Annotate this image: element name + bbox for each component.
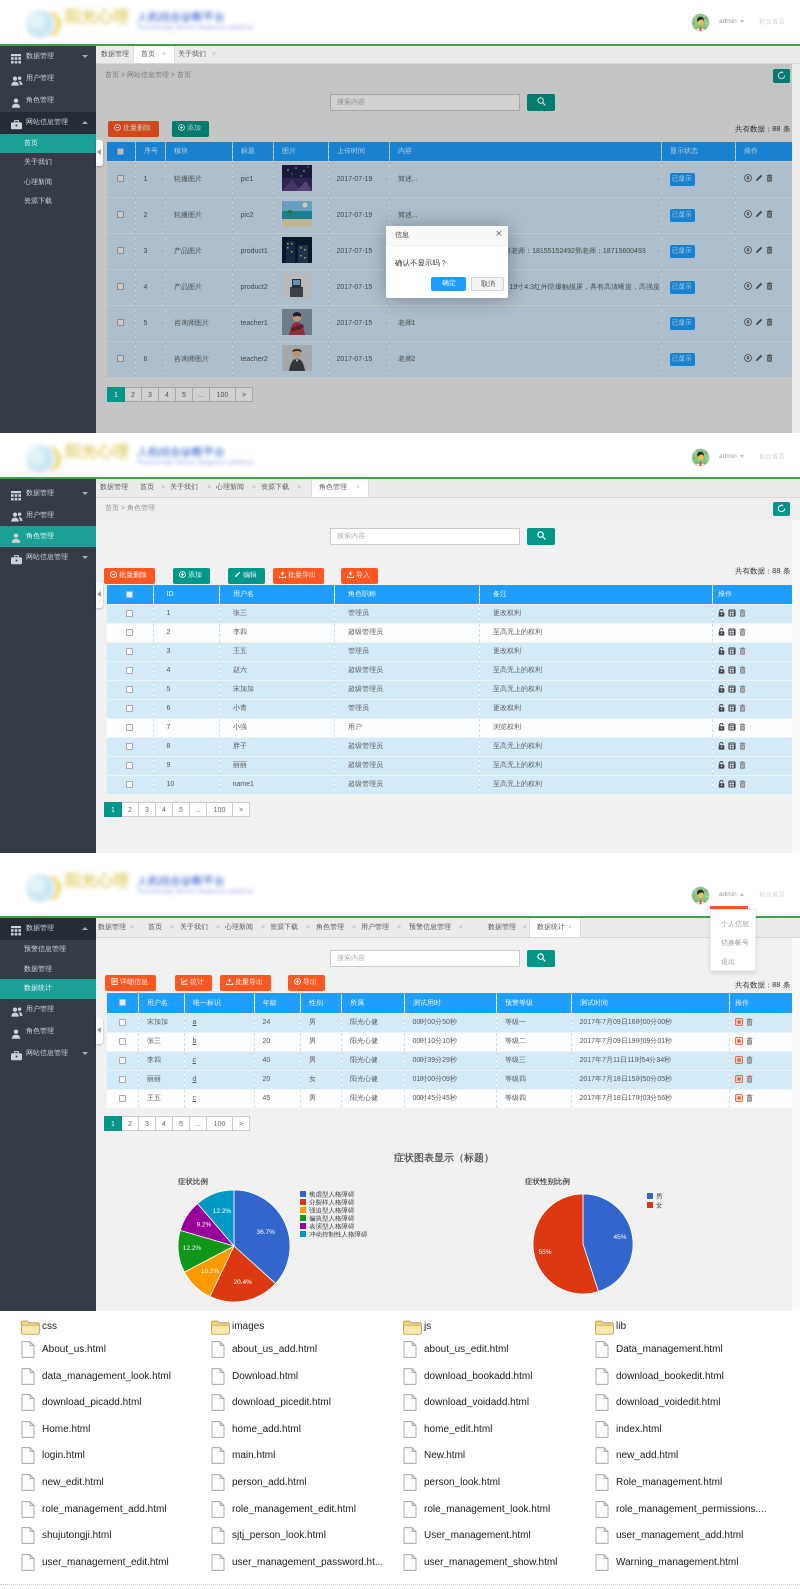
svg-text:36.7%: 36.7% [256, 1229, 275, 1236]
svg-text:55%: 55% [538, 1249, 551, 1256]
svg-text:12.2%: 12.2% [183, 1245, 202, 1252]
svg-text:10.2%: 10.2% [201, 1268, 220, 1275]
svg-text:9.2%: 9.2% [197, 1222, 212, 1229]
svg-text:12.2%: 12.2% [213, 1208, 232, 1215]
svg-text:45%: 45% [613, 1234, 626, 1241]
svg-text:20.4%: 20.4% [233, 1279, 252, 1286]
